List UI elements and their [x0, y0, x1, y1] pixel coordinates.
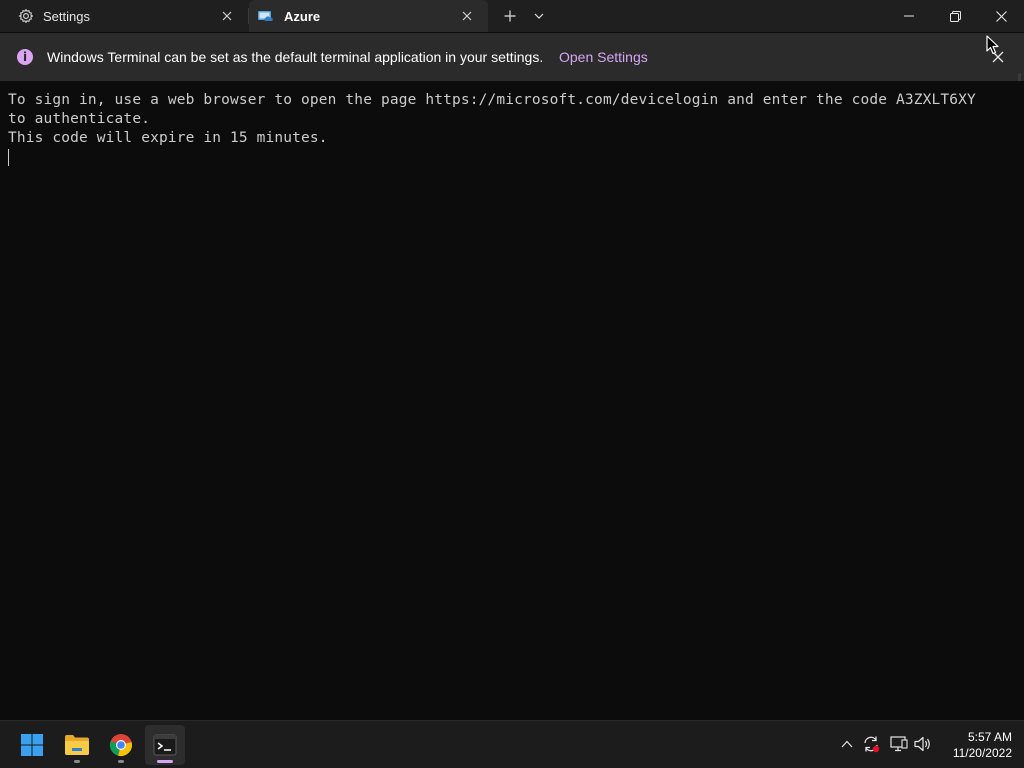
- active-indicator: [157, 760, 173, 763]
- clock-date: 11/20/2022: [952, 746, 1012, 760]
- file-explorer-icon[interactable]: [57, 725, 97, 765]
- mouse-pointer-icon: [986, 35, 999, 55]
- terminal-line: To sign in, use a web browser to open th…: [8, 92, 976, 108]
- close-tab-icon[interactable]: [216, 5, 238, 27]
- open-settings-link[interactable]: Open Settings: [559, 49, 648, 65]
- close-tab-icon[interactable]: [456, 5, 478, 27]
- chevron-down-icon[interactable]: [528, 4, 550, 28]
- text-cursor: [8, 149, 9, 166]
- running-indicator: [118, 760, 124, 763]
- plus-icon[interactable]: [498, 4, 522, 28]
- terminal-line: to authenticate.: [8, 111, 151, 127]
- volume-icon[interactable]: [912, 733, 934, 755]
- info-message: Windows Terminal can be set as the defau…: [47, 49, 544, 65]
- clock-time: 5:57 AM: [967, 730, 1012, 744]
- sync-icon[interactable]: [860, 733, 882, 755]
- chevron-up-icon[interactable]: [836, 733, 858, 755]
- gear-icon: [17, 7, 35, 25]
- taskbar: 5:57 AM 11/20/2022: [0, 720, 1024, 768]
- tab-azure[interactable]: Azure: [249, 0, 488, 32]
- restore-icon[interactable]: [932, 0, 978, 32]
- tab-title: Settings: [43, 8, 90, 24]
- terminal-pane[interactable]: To sign in, use a web browser to open th…: [0, 81, 1024, 720]
- running-indicator: [74, 760, 80, 763]
- azure-cloud-icon: [257, 7, 275, 25]
- tab-settings[interactable]: Settings: [0, 0, 248, 32]
- terminal-icon[interactable]: [145, 725, 185, 765]
- terminal-prompt-line: [8, 148, 1016, 172]
- minimize-icon[interactable]: [886, 0, 932, 32]
- terminal-line: This code will expire in 15 minutes.: [8, 130, 328, 146]
- chrome-icon[interactable]: [101, 725, 141, 765]
- windows-start-icon[interactable]: [12, 725, 52, 765]
- info-bar: i Windows Terminal can be set as the def…: [0, 33, 1024, 109]
- title-bar: Settings Azure: [0, 0, 1024, 32]
- network-icon[interactable]: [888, 733, 910, 755]
- tab-title: Azure: [284, 8, 321, 24]
- info-icon: i: [17, 49, 33, 65]
- close-icon[interactable]: [978, 0, 1024, 32]
- system-clock[interactable]: 5:57 AM 11/20/2022: [940, 729, 1012, 761]
